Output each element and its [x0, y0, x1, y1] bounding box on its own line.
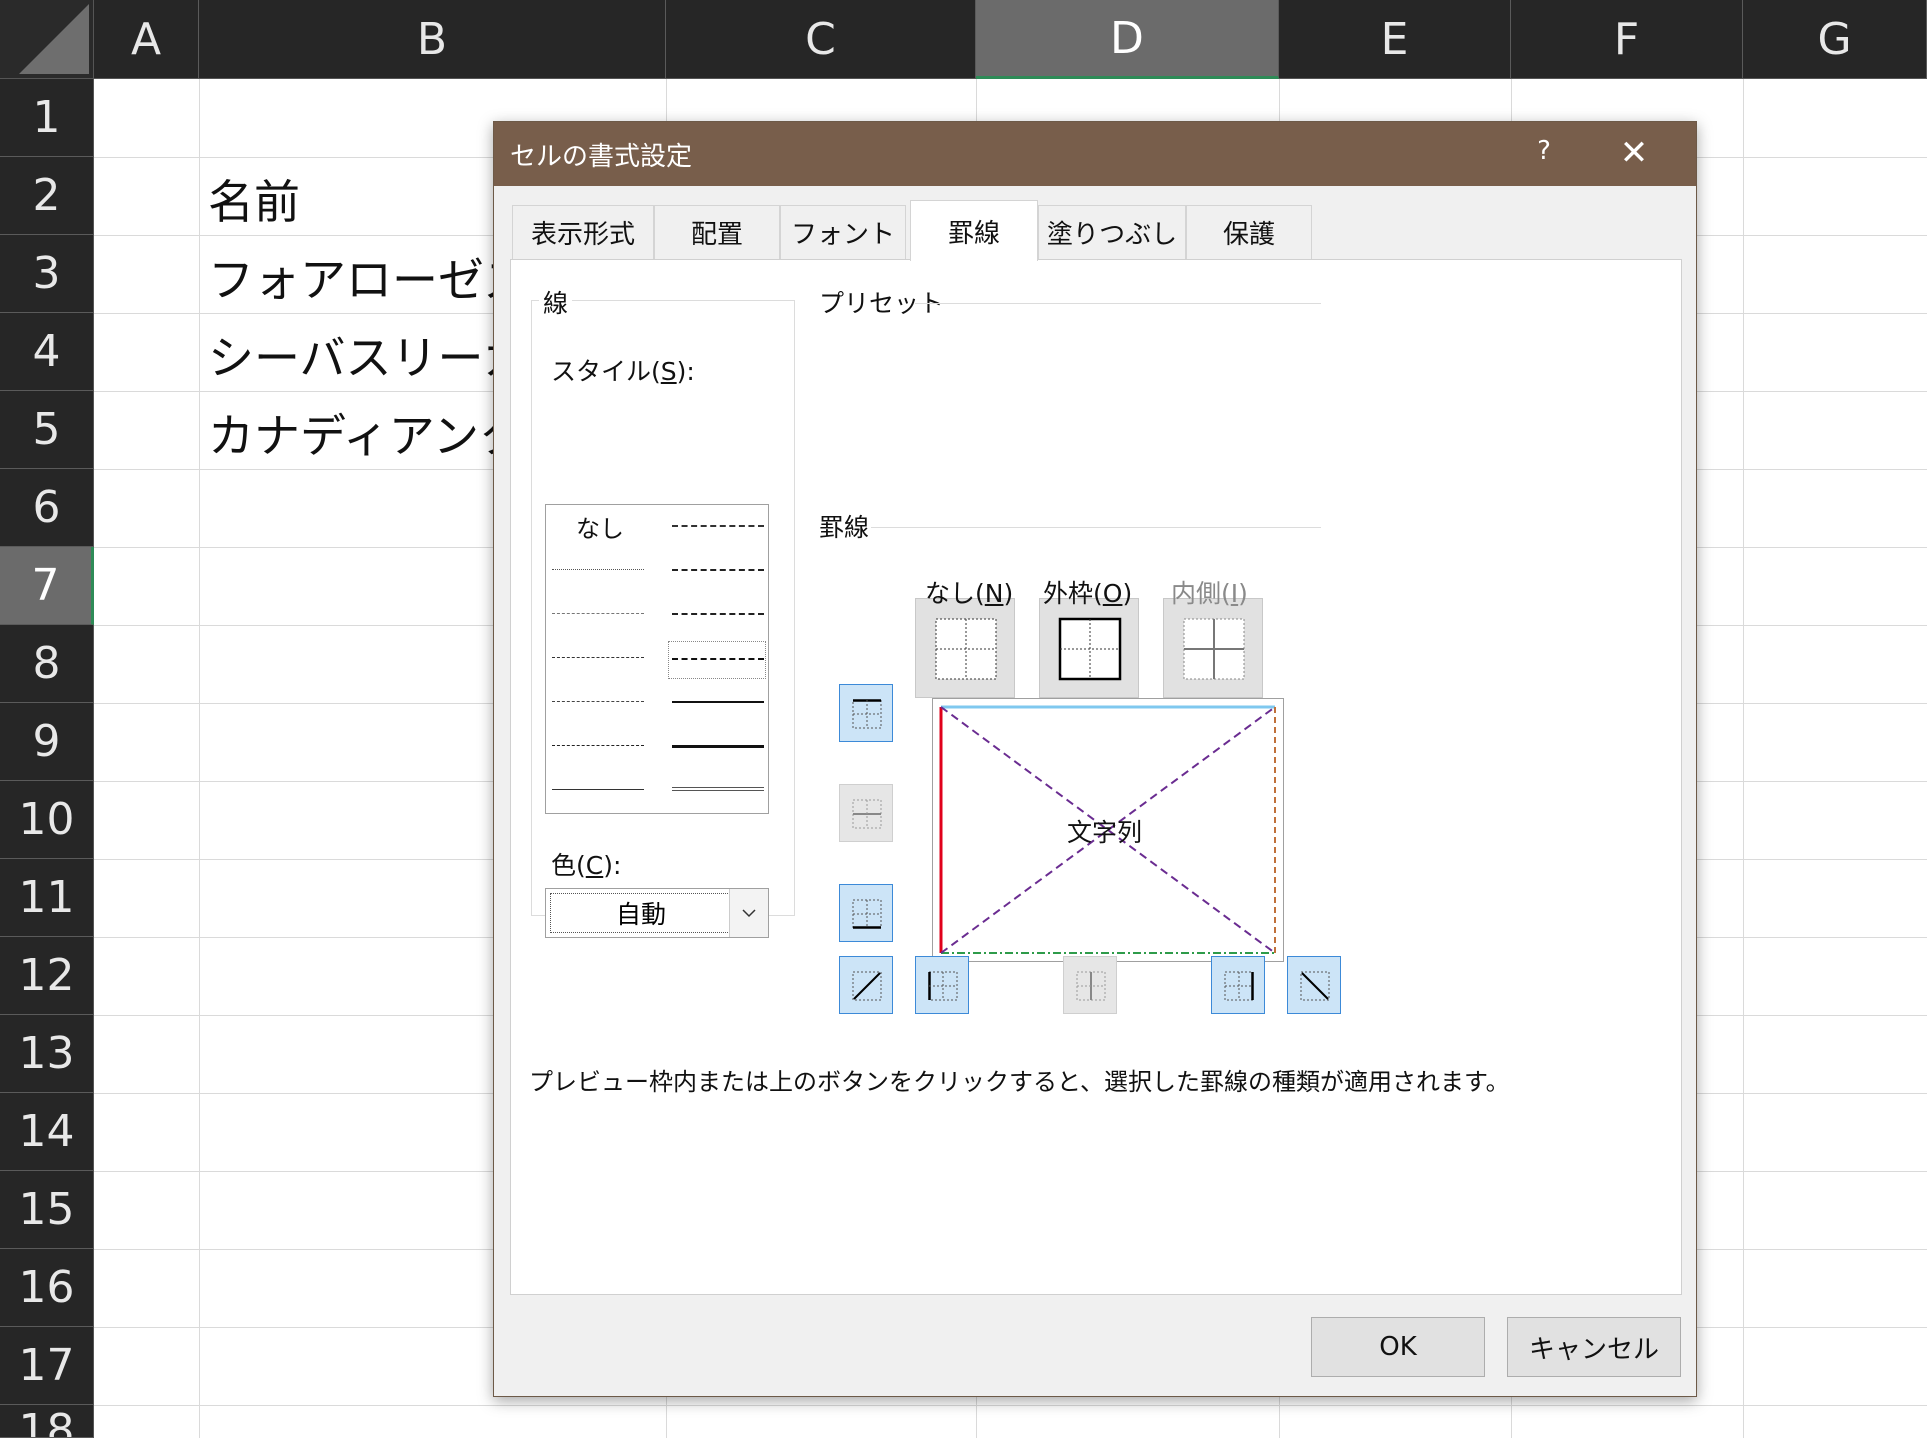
row-header-2[interactable]: 2	[0, 157, 94, 235]
format-cells-dialog: セルの書式設定 ? ✕ 表示形式 配置 フォント 罫線 塗りつぶし 保護 線 ス…	[493, 121, 1697, 1397]
border-top-button[interactable]	[839, 684, 893, 742]
row-header-18[interactable]: 18	[0, 1405, 94, 1438]
column-header-a[interactable]: A	[94, 0, 199, 79]
border-tab-panel: 線 スタイル(S): なし 色(C): 自動 プリセット なし(N) 外枠(O)…	[510, 259, 1682, 1295]
row-header-6[interactable]: 6	[0, 469, 94, 547]
tab-number[interactable]: 表示形式	[512, 205, 654, 259]
preset-group-title: プリセット	[819, 284, 949, 320]
border-right-button[interactable]	[1211, 956, 1265, 1014]
dialog-titlebar[interactable]: セルの書式設定 ? ✕	[494, 122, 1696, 186]
chevron-down-icon[interactable]	[729, 889, 768, 937]
border-inside-vertical-button[interactable]	[1063, 956, 1117, 1014]
preview-text: 文字列	[1067, 818, 1143, 847]
row-header-3[interactable]: 3	[0, 235, 94, 313]
cancel-button[interactable]: キャンセル	[1507, 1317, 1681, 1377]
preset-none-label: なし(N)	[925, 579, 1014, 608]
cell-b2[interactable]: 名前	[208, 166, 300, 232]
column-header-g[interactable]: G	[1743, 0, 1927, 79]
border-bottom-button[interactable]	[839, 884, 893, 942]
row-header-13[interactable]: 13	[0, 1015, 94, 1093]
line-group-title: 線	[539, 284, 573, 320]
preset-inside-label: 内側(I)	[1171, 579, 1248, 608]
row-header-12[interactable]: 12	[0, 937, 94, 1015]
column-header-c[interactable]: C	[666, 0, 976, 79]
border-inside-horizontal-button[interactable]	[839, 784, 893, 842]
row-header-15[interactable]: 15	[0, 1171, 94, 1249]
border-diagonal-down-button[interactable]	[1287, 956, 1341, 1014]
tab-protection[interactable]: 保護	[1186, 205, 1312, 259]
row-header-5[interactable]: 5	[0, 391, 94, 469]
border-hint-text: プレビュー枠内または上のボタンをクリックすると、選択した罫線の種類が適用されます…	[529, 1068, 1510, 1096]
tab-border[interactable]: 罫線	[910, 200, 1038, 261]
preset-outline-label: 外枠(O)	[1043, 579, 1133, 608]
row-header-8[interactable]: 8	[0, 625, 94, 703]
row-header-4[interactable]: 4	[0, 313, 94, 391]
style-label: スタイル(S):	[551, 357, 695, 386]
row-header-16[interactable]: 16	[0, 1249, 94, 1327]
color-dropdown[interactable]: 自動	[545, 888, 769, 938]
border-left-button[interactable]	[915, 956, 969, 1014]
preset-outline-button[interactable]	[1039, 598, 1139, 698]
select-all-corner[interactable]	[0, 0, 94, 79]
line-style-list[interactable]: なし	[545, 504, 769, 814]
row-header-7[interactable]: 7	[0, 547, 94, 625]
tab-fill[interactable]: 塗りつぶし	[1038, 205, 1186, 259]
ok-button[interactable]: OK	[1311, 1317, 1485, 1377]
preset-inside-button[interactable]	[1163, 598, 1263, 698]
border-preview[interactable]: 文字列	[932, 698, 1284, 962]
column-header-b[interactable]: B	[199, 0, 666, 79]
row-header-11[interactable]: 11	[0, 859, 94, 937]
color-label: 色(C):	[551, 851, 622, 880]
tab-font[interactable]: フォント	[780, 205, 906, 259]
border-inside-vertical-icon	[1076, 971, 1106, 1001]
diagonal-up-icon	[852, 971, 882, 1001]
row-header-14[interactable]: 14	[0, 1093, 94, 1171]
column-header-e[interactable]: E	[1279, 0, 1511, 79]
border-diagonal-up-button[interactable]	[839, 956, 893, 1014]
diagonal-down-icon	[1300, 971, 1330, 1001]
border-left-icon	[928, 971, 958, 1001]
column-header-d[interactable]: D	[976, 0, 1279, 79]
border-right-icon	[1224, 971, 1254, 1001]
color-value: 自動	[550, 893, 732, 933]
close-button[interactable]: ✕	[1604, 130, 1664, 178]
preset-outline-icon	[1058, 617, 1122, 681]
border-group-title: 罫線	[819, 508, 874, 544]
preset-inside-icon	[1183, 618, 1245, 680]
tab-alignment[interactable]: 配置	[654, 205, 780, 259]
row-header-17[interactable]: 17	[0, 1327, 94, 1405]
selected-style-option[interactable]	[668, 641, 766, 679]
border-bottom-icon	[852, 899, 882, 929]
row-header-10[interactable]: 10	[0, 781, 94, 859]
column-header-f[interactable]: F	[1511, 0, 1743, 79]
preset-none-button[interactable]	[915, 598, 1015, 698]
row-header-9[interactable]: 9	[0, 703, 94, 781]
border-top-icon	[852, 699, 882, 729]
border-inside-horizontal-icon	[852, 799, 882, 829]
style-none-option[interactable]: なし	[576, 509, 624, 544]
row-header-1[interactable]: 1	[0, 79, 94, 157]
dialog-title: セルの書式設定	[510, 142, 693, 172]
help-button[interactable]: ?	[1524, 136, 1564, 172]
preset-none-icon	[935, 618, 997, 680]
cell-b3[interactable]: フォアローゼズ	[208, 244, 530, 310]
